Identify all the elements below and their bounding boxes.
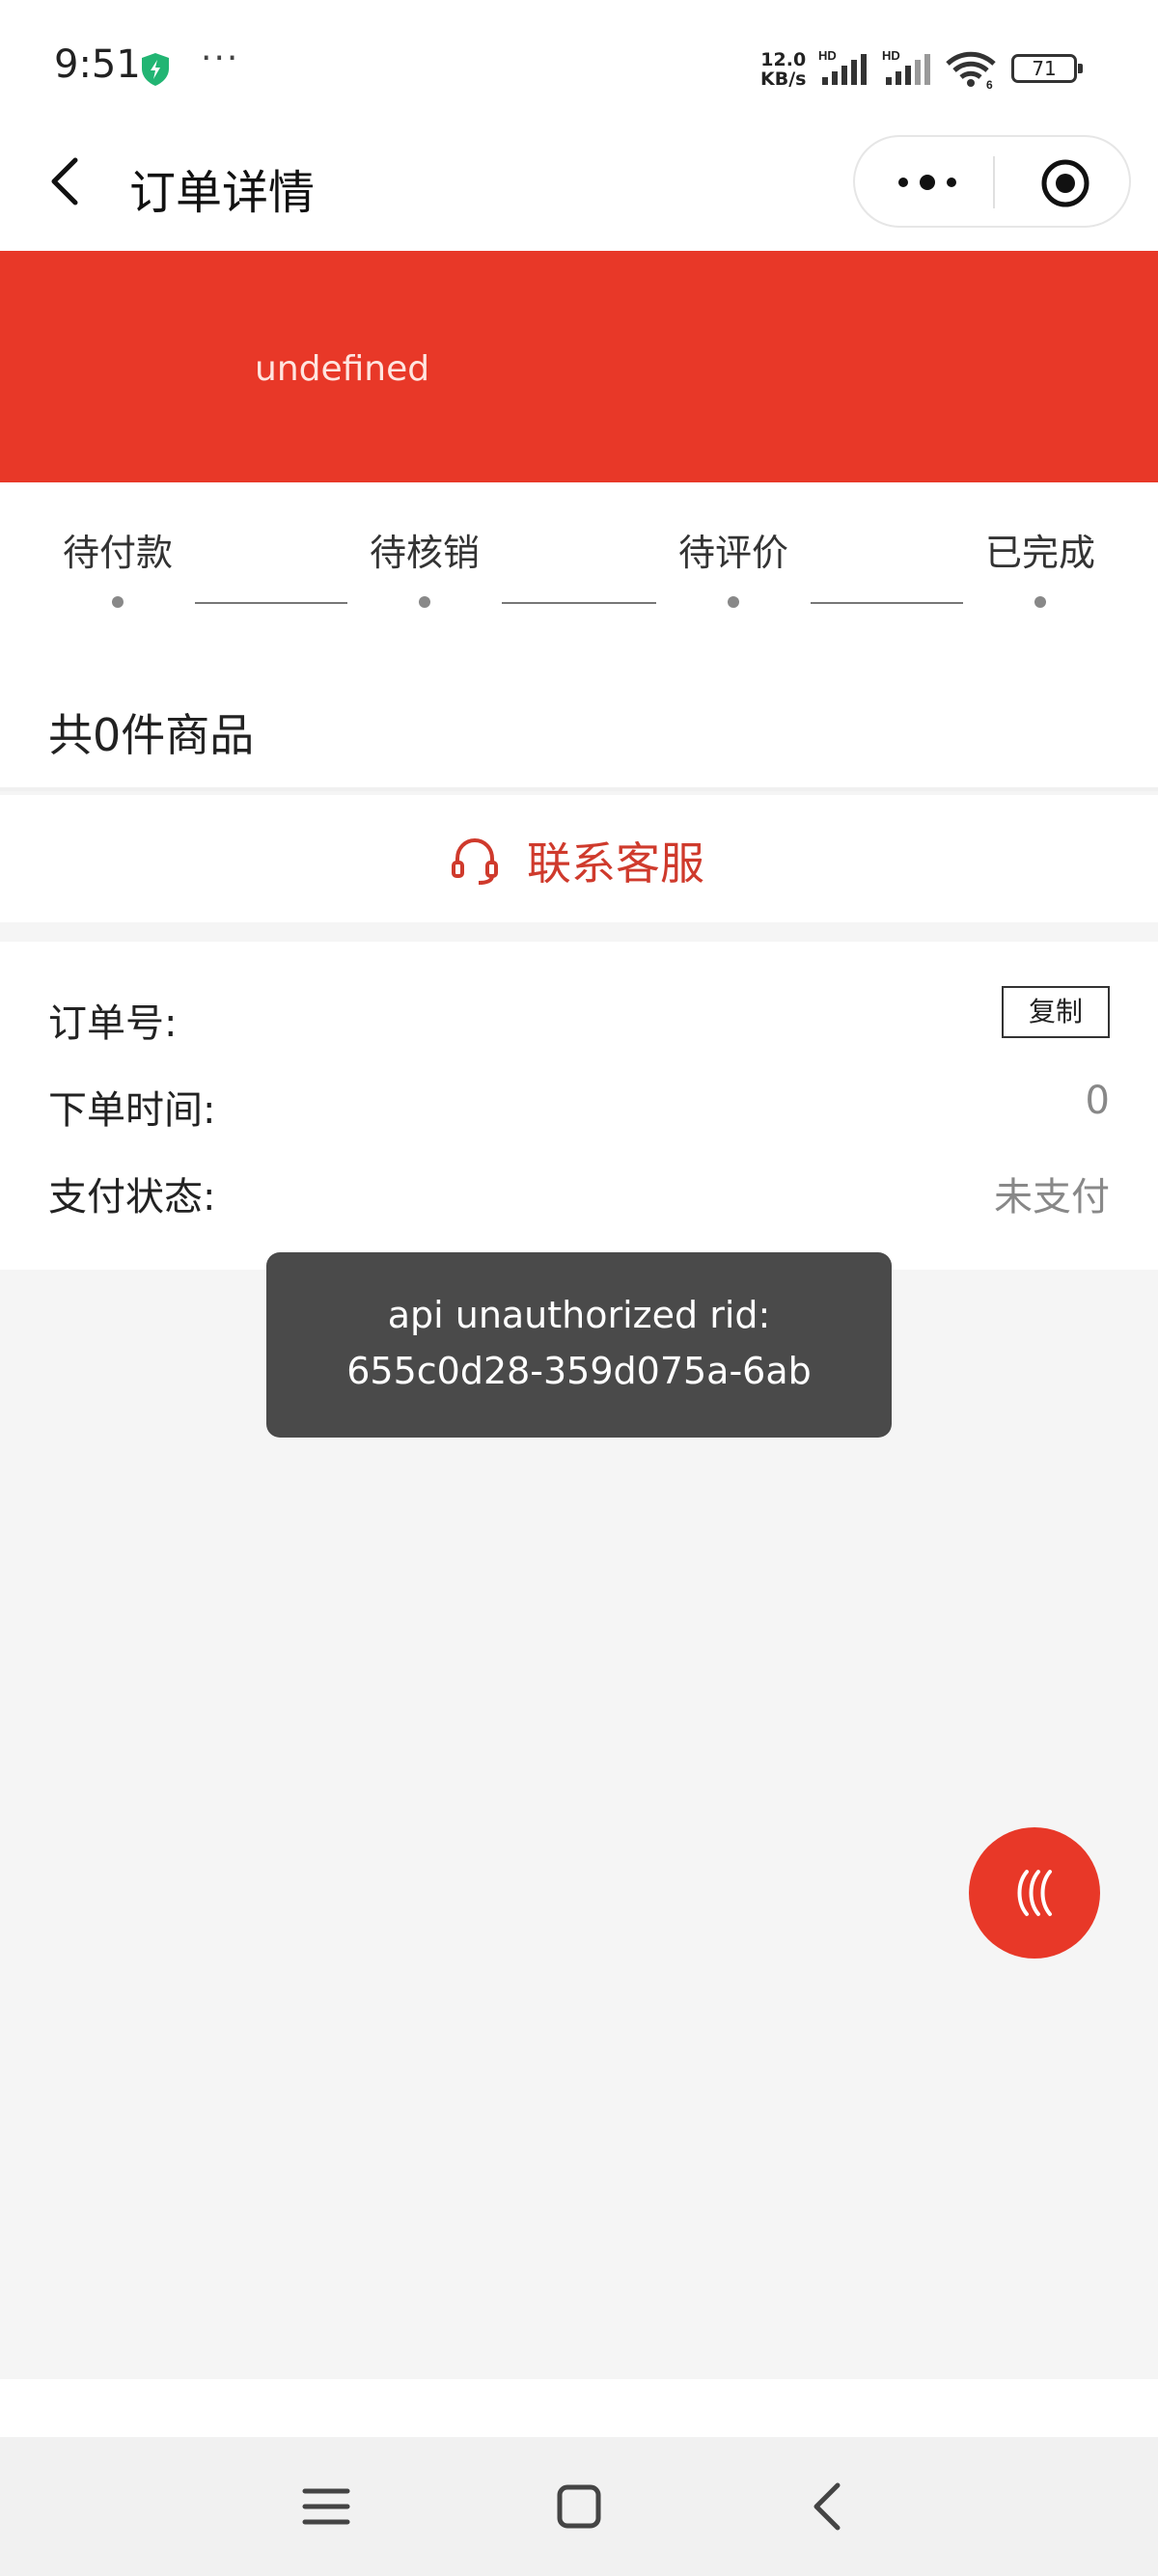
network-speed-unit: KB/s <box>760 69 807 90</box>
close-miniapp-icon[interactable] <box>1040 158 1090 208</box>
step-dot <box>1034 596 1046 608</box>
home-icon[interactable] <box>552 2480 606 2534</box>
page-title: 订单详情 <box>129 166 316 220</box>
step-dot <box>728 596 739 608</box>
payment-status-row: 支付状态: 未支付 <box>48 1165 1110 1223</box>
headset-icon <box>452 837 498 885</box>
shield-icon <box>142 53 169 86</box>
goods-section: 共0件商品 <box>0 646 1158 791</box>
step-connector <box>502 602 656 604</box>
floating-action-button[interactable] <box>969 1827 1100 1959</box>
step-label-pending-payment: 待付款 <box>62 532 173 574</box>
step-label-pending-review: 待评价 <box>677 532 788 574</box>
order-detail-page: 9:51 ··· 12.0 KB/s HD HD 6 71 订单详情 undef… <box>0 0 1158 2576</box>
status-time: 9:51 <box>54 42 141 87</box>
system-navigation-bar <box>0 2437 1158 2576</box>
back-arrow-icon[interactable] <box>46 154 85 208</box>
order-info-section: 订单号: 复制 下单时间: 0 支付状态: 未支付 <box>0 942 1158 1270</box>
order-progress-steps: 待付款 待核销 待评价 已完成 <box>0 482 1158 646</box>
system-back-icon[interactable] <box>801 2480 855 2534</box>
more-options-icon[interactable] <box>894 168 961 197</box>
signal-icon: HD <box>818 48 867 85</box>
step-dot <box>419 596 430 608</box>
contact-service-content: 联系客服 <box>450 832 704 890</box>
contact-service-button[interactable]: 联系客服 <box>0 795 1158 922</box>
battery-icon: 71 <box>1011 54 1083 83</box>
signal-icon-2: HD <box>882 48 930 85</box>
error-toast: api unauthorized rid: 655c0d28-359d075a-… <box>266 1252 892 1438</box>
signal2-hd-label: HD <box>882 48 900 63</box>
step-label-pending-verification: 待核销 <box>369 532 480 574</box>
order-time-row: 下单时间: 0 <box>48 1079 1110 1137</box>
wifi-6-label: 6 <box>986 78 993 89</box>
payment-status-label: 支付状态: <box>48 1175 216 1219</box>
capsule-divider <box>993 156 995 208</box>
goods-count: 共0件商品 <box>48 709 255 761</box>
status-bar: 9:51 ··· 12.0 KB/s HD HD 6 71 <box>0 0 1158 135</box>
step-connector <box>195 602 347 604</box>
bottom-safe-area <box>0 2379 1158 2437</box>
signal-hd-label: HD <box>818 48 837 63</box>
order-time-value: 0 <box>1085 1079 1110 1123</box>
menu-icon[interactable] <box>299 2480 353 2534</box>
step-label-completed: 已完成 <box>984 532 1095 574</box>
network-speed-value: 12.0 <box>760 49 807 70</box>
step-dot <box>112 596 124 608</box>
banner-status-text: undefined <box>255 349 430 389</box>
toast-line-2: 655c0d28-359d075a-6ab <box>346 1350 812 1392</box>
status-more-icon: ··· <box>201 39 240 78</box>
order-status-banner <box>0 251 1158 482</box>
step-connector <box>811 602 963 604</box>
order-number-label: 订单号: <box>48 1001 178 1046</box>
order-time-label: 下单时间: <box>48 1088 216 1133</box>
miniapp-capsule <box>853 135 1131 228</box>
copy-button[interactable]: 复制 <box>1002 986 1110 1038</box>
payment-status-value: 未支付 <box>994 1175 1110 1219</box>
network-speed: 12.0 KB/s <box>760 50 806 89</box>
toast-line-1: api unauthorized rid: <box>387 1294 771 1336</box>
order-number-row: 订单号: 复制 <box>48 986 1110 1050</box>
contact-service-label: 联系客服 <box>527 837 704 890</box>
wifi-icon: 6 <box>946 51 996 89</box>
triple-chevron-left-icon <box>1017 1870 1052 1916</box>
